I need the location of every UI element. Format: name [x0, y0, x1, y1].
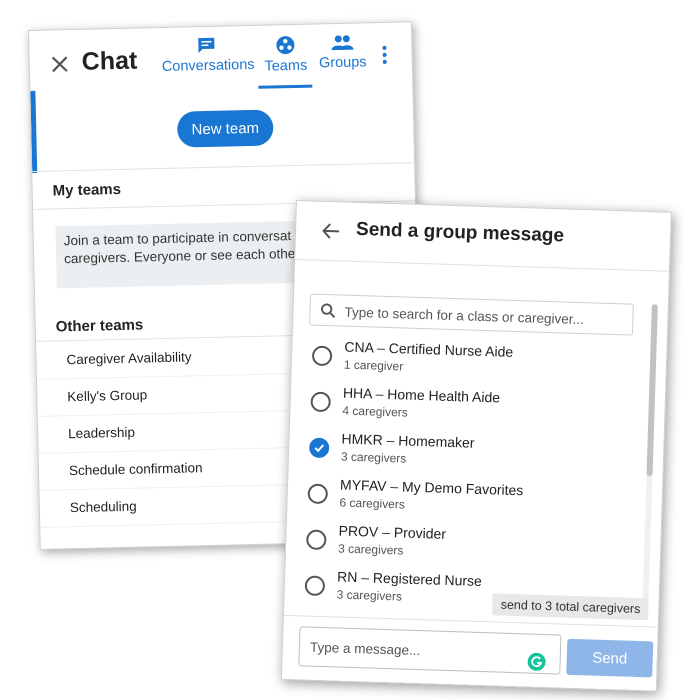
radio-button-checked[interactable] — [308, 437, 330, 459]
tab-teams-label: Teams — [264, 57, 308, 75]
group-name: RN – Registered Nurse — [336, 568, 483, 590]
grammarly-icon[interactable] — [527, 652, 546, 672]
active-tab-indicator — [258, 84, 313, 89]
group-name: HMKR – Homemaker — [341, 430, 475, 451]
group-name: HHA – Home Health Aide — [342, 384, 501, 406]
radio-button[interactable] — [310, 391, 331, 413]
search-input[interactable] — [342, 295, 633, 337]
tab-teams[interactable]: Teams — [257, 35, 314, 75]
divider — [32, 162, 415, 172]
group-message-header: Send a group message — [295, 201, 671, 272]
group-name: PROV – Provider — [338, 522, 447, 542]
chat-accent-bar — [30, 90, 38, 173]
check-icon — [314, 444, 325, 453]
tab-conversations-label: Conversations — [161, 56, 255, 75]
group-message-panel: Send a group message CNA – Certified Nur… — [280, 200, 672, 692]
close-icon[interactable] — [50, 54, 70, 74]
groups-icon — [331, 35, 354, 51]
other-teams-heading: Other teams — [55, 316, 144, 336]
new-team-button[interactable]: New team — [176, 109, 274, 148]
message-composer: Send — [281, 614, 658, 692]
chat-bubble-icon — [198, 37, 215, 54]
message-input[interactable] — [307, 627, 533, 673]
radio-button[interactable] — [311, 345, 333, 367]
group-count: 1 caregiver — [343, 357, 404, 374]
search-box[interactable] — [309, 293, 634, 337]
radio-button[interactable] — [306, 529, 327, 551]
scrollbar[interactable] — [642, 304, 658, 605]
group-name: CNA – Certified Nurse Aide — [344, 338, 514, 360]
group-count: 4 caregivers — [342, 403, 408, 420]
radio-button[interactable] — [304, 575, 326, 597]
my-teams-heading: My teams — [52, 180, 122, 200]
send-button[interactable]: Send — [566, 638, 654, 678]
group-name: MYFAV – My Demo Favorites — [339, 476, 524, 499]
scrollbar-thumb[interactable] — [646, 304, 658, 477]
tab-groups[interactable]: Groups — [317, 33, 368, 71]
send-summary-badge: send to 3 total caregivers — [492, 593, 649, 621]
search-icon — [321, 303, 336, 318]
group-count: 3 caregivers — [337, 541, 404, 558]
radio-button[interactable] — [307, 483, 329, 505]
more-vert-icon[interactable] — [381, 45, 387, 65]
group-message-title: Send a group message — [355, 218, 565, 247]
arrow-back-icon[interactable] — [322, 222, 341, 241]
tab-groups-label: Groups — [318, 54, 367, 72]
group-count: 3 caregivers — [340, 449, 407, 466]
group-count: 3 caregivers — [336, 587, 403, 604]
message-input-wrapper[interactable] — [298, 626, 562, 675]
tab-conversations[interactable]: Conversations — [161, 36, 255, 75]
chat-header: Chat Conversations Teams Groups — [29, 22, 412, 95]
group-count: 6 caregivers — [339, 495, 406, 512]
chat-title: Chat — [81, 46, 138, 76]
teams-icon — [276, 36, 295, 55]
group-list: CNA – Certified Nurse Aide 1 caregiver H… — [284, 333, 642, 620]
